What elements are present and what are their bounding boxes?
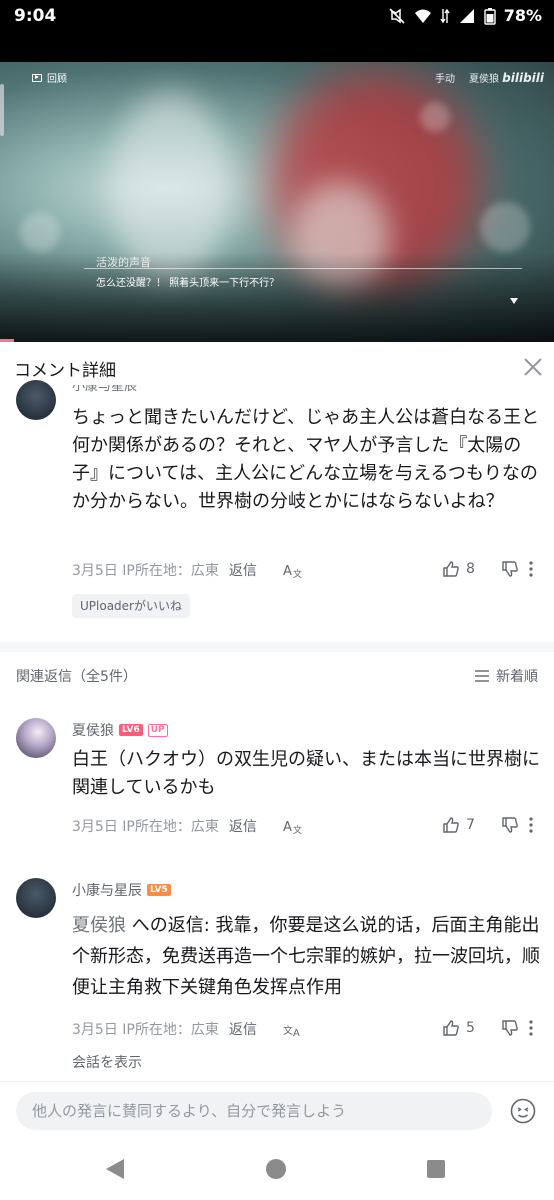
replay-button[interactable]: 回顾	[32, 70, 67, 85]
mode-label[interactable]: 手动	[435, 70, 455, 85]
translate-icon[interactable]: 文A	[283, 1021, 303, 1037]
show-conversation-link[interactable]: 会話を表示	[72, 1052, 142, 1072]
video-frame-bokeh	[420, 102, 450, 132]
reply-meta: 3月5日 IP所在地：広東 返信 A文	[72, 816, 303, 836]
side-handle[interactable]	[0, 84, 4, 136]
svg-text:A: A	[293, 1028, 300, 1037]
comment-actions: 8	[442, 560, 538, 578]
comment-detail-header: コメント詳細	[0, 342, 554, 390]
thumbs-down-icon[interactable]	[496, 560, 524, 578]
subtitle-next-icon[interactable]	[510, 298, 518, 304]
svg-text:文: 文	[283, 1024, 293, 1037]
reply-button[interactable]: 返信	[229, 560, 257, 580]
more-icon[interactable]	[524, 1019, 538, 1037]
reply-prefix: への返信:	[126, 915, 216, 936]
reply-author-row: 夏侯狼 LV6 UP	[72, 720, 168, 740]
home-icon[interactable]	[266, 1159, 286, 1179]
page-title: コメント詳細	[14, 361, 116, 381]
comment-meta: 3月5日 IP所在地：広東 返信 A文	[72, 560, 303, 580]
sort-button[interactable]: 新着順	[474, 666, 538, 686]
system-nav-bar	[0, 1139, 554, 1200]
translate-icon[interactable]: A文	[283, 562, 303, 578]
sort-label: 新着順	[496, 669, 538, 685]
video-frame-bokeh	[20, 212, 60, 252]
more-icon[interactable]	[524, 816, 538, 834]
svg-text:A: A	[283, 564, 292, 578]
like-count: 7	[466, 817, 475, 833]
like-count: 5	[466, 1020, 475, 1036]
reply-button[interactable]: 返信	[229, 816, 257, 836]
svg-text:文: 文	[293, 568, 302, 578]
reply-text: 夏侯狼 への返信: 我靠，你要是这么说的话，后面主角能出个新形态，免费送再造一个…	[72, 910, 540, 1003]
reply-author-row: 小康与星辰 LV5	[72, 880, 171, 900]
avatar[interactable]	[16, 878, 56, 918]
avatar[interactable]	[16, 380, 56, 420]
subtitle-divider	[84, 268, 522, 269]
recent-apps-icon[interactable]	[427, 1160, 445, 1178]
like-count: 8	[466, 561, 475, 577]
level-badge: LV6	[119, 724, 143, 736]
like-button[interactable]: 5	[442, 1019, 496, 1037]
reply-actions: 7	[442, 816, 538, 834]
battery-percent: 78%	[503, 6, 542, 25]
status-time: 9:04	[14, 6, 57, 26]
level-badge: LV5	[147, 884, 171, 896]
reply-author[interactable]: 小康与星辰	[72, 880, 142, 900]
replay-icon	[32, 73, 42, 82]
related-replies-title: 関連返信（全5件）	[16, 669, 137, 685]
sort-icon	[475, 670, 489, 682]
video-frame-bokeh	[480, 202, 530, 252]
comment-text: ちょっと聞きたいんだけど、じゃあ主人公は蒼白なる王と何か関係があるの？それと、マ…	[72, 407, 540, 512]
reply-author[interactable]: 夏侯狼	[72, 720, 114, 740]
thumbs-up-icon	[443, 1020, 459, 1036]
back-icon[interactable]	[106, 1159, 124, 1179]
reply-text: 白王（ハクオウ）の双生児の疑い、または本当に世界樹に関連しているかも	[72, 749, 540, 798]
battery-icon	[484, 7, 496, 25]
thumbs-down-icon[interactable]	[496, 1019, 524, 1037]
mute-icon	[389, 7, 405, 24]
reply-actions: 5	[442, 1019, 538, 1037]
reply-meta: 3月5日 IP所在地：広東 返信 文A	[72, 1019, 303, 1039]
reply-button[interactable]: 返信	[229, 1019, 257, 1039]
thumbs-up-icon	[443, 817, 459, 833]
comment-date-location: 3月5日 IP所在地：広東	[72, 563, 219, 579]
status-icons: 78%	[388, 6, 542, 25]
comment-author[interactable]: 小康与星辰	[72, 385, 137, 393]
replay-label: 回顾	[47, 74, 67, 85]
wifi-icon	[414, 9, 431, 23]
close-icon[interactable]	[522, 356, 544, 378]
comment-input-bar	[0, 1081, 554, 1139]
channel-watermark: 夏侯狼 bilibili	[468, 71, 544, 85]
comment-input[interactable]	[16, 1092, 492, 1130]
translate-icon[interactable]: A文	[283, 818, 303, 834]
video-player[interactable]: 回顾 手动 夏侯狼 bilibili 活泼的声音 怎么还没醒？！ 照着头顶来一下…	[0, 62, 554, 342]
svg-text:文: 文	[293, 824, 302, 834]
bilibili-logo: bilibili	[502, 71, 544, 85]
thumbs-up-icon	[443, 561, 459, 577]
data-icon	[440, 8, 450, 23]
like-button[interactable]: 8	[442, 560, 496, 578]
reply-date-location: 3月5日 IP所在地：広東	[72, 1022, 219, 1038]
up-badge: UP	[147, 723, 168, 737]
section-divider	[0, 642, 554, 652]
reply-date-location: 3月5日 IP所在地：広東	[72, 819, 219, 835]
reply-to-mention[interactable]: 夏侯狼	[72, 915, 126, 936]
avatar[interactable]	[16, 718, 56, 758]
thumbs-down-icon[interactable]	[496, 816, 524, 834]
video-top-right: 手动 夏侯狼 bilibili	[435, 70, 544, 85]
like-button[interactable]: 7	[442, 816, 496, 834]
more-icon[interactable]	[524, 560, 538, 578]
status-bar: 9:04 78%	[0, 0, 554, 62]
emoji-icon[interactable]	[510, 1098, 536, 1124]
uploader-liked-badge: UPloaderがいいね	[72, 594, 190, 618]
signal-icon	[459, 8, 474, 23]
svg-text:A: A	[283, 820, 292, 834]
subtitle-text: 怎么还没醒？！ 照着头顶来一下行不行？	[96, 278, 280, 289]
